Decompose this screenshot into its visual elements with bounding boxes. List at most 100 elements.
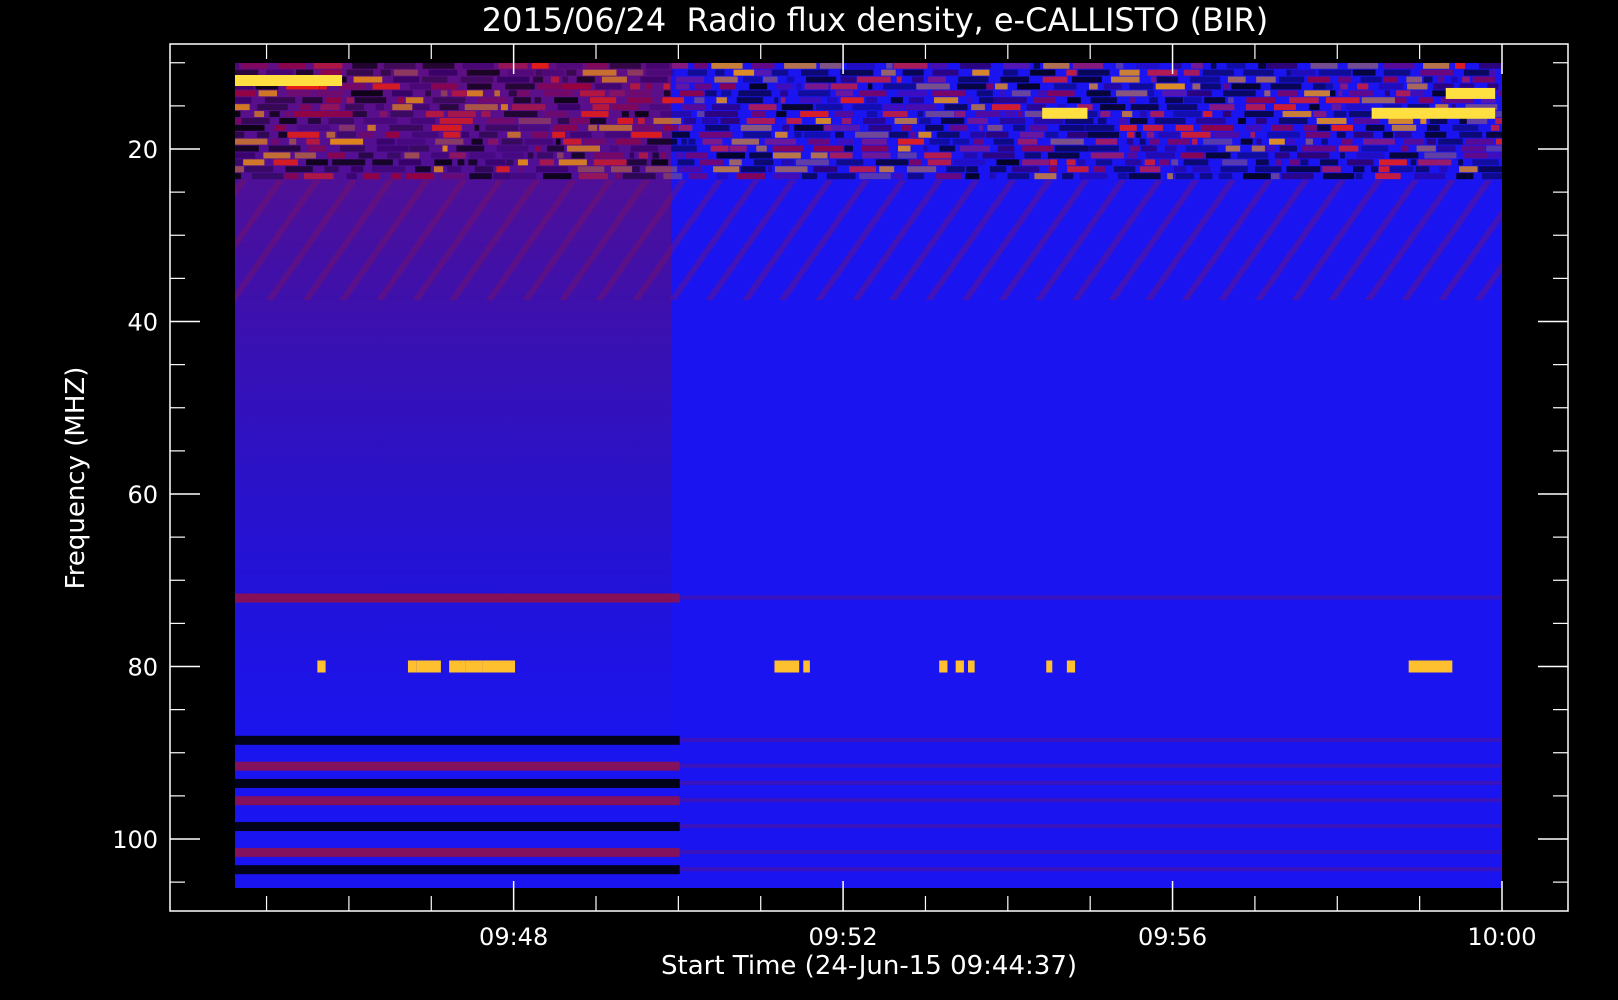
interference-segment (1011, 90, 1031, 97)
interference-segment (1486, 145, 1502, 152)
interference-segment (531, 63, 549, 69)
interference-segment (1175, 173, 1195, 180)
interference-segment (764, 138, 797, 145)
interference-segment (866, 97, 878, 104)
interference-segment (409, 83, 432, 90)
interference-segment (974, 111, 1001, 118)
interference-segment (1135, 131, 1141, 138)
interference-segment (1317, 124, 1331, 131)
interference-segment (782, 124, 790, 131)
interference-segment (702, 117, 718, 124)
interference-segment (1309, 104, 1320, 111)
interference-segment (1429, 117, 1448, 124)
interference-segment (1146, 152, 1175, 159)
interference-segment (1424, 131, 1447, 138)
interference-segment (1126, 152, 1138, 159)
interference-segment (1195, 117, 1226, 124)
interference-segment (506, 159, 514, 166)
interference-segment (387, 152, 401, 159)
interference-segment (1495, 117, 1502, 124)
interference-segment (1243, 173, 1271, 180)
interference-segment (325, 97, 342, 104)
interference-segment (786, 76, 795, 83)
interference-segment (771, 69, 789, 76)
interference-segment (846, 63, 875, 69)
interference-segment (1022, 145, 1054, 152)
interference-segment (396, 138, 426, 145)
interference-segment (901, 124, 912, 131)
interference-segment (868, 124, 892, 131)
interference-segment (1325, 97, 1360, 104)
interference-segment (1355, 173, 1363, 180)
interference-segment (244, 166, 274, 173)
interference-segment (269, 111, 280, 118)
interference-segment (351, 166, 364, 173)
interference-segment (428, 69, 458, 76)
interference-segment (889, 131, 909, 138)
interference-segment (946, 166, 965, 173)
interference-segment (332, 159, 366, 166)
interference-segment (1202, 69, 1234, 76)
interference-segment (299, 104, 311, 111)
interference-segment (1396, 90, 1411, 97)
interference-segment (1426, 138, 1436, 145)
interference-segment (879, 166, 895, 173)
interference-segment (1331, 104, 1342, 111)
interference-segment (1136, 63, 1160, 69)
interference-segment (397, 97, 404, 104)
interference-segment (346, 97, 355, 104)
interference-segment (858, 90, 887, 97)
horizontal-line-right (679, 867, 1502, 872)
interference-segment (1205, 152, 1231, 159)
interference-segment (1017, 111, 1023, 118)
interference-segment (1054, 145, 1089, 152)
interference-segment (1237, 152, 1269, 159)
interference-segment (557, 152, 564, 159)
y-tick-label: 40 (127, 309, 158, 337)
interference-segment (1111, 76, 1140, 83)
interference-segment (273, 159, 298, 166)
interference-segment (469, 152, 496, 159)
interference-segment (308, 145, 327, 152)
interference-segment (688, 138, 696, 145)
interference-segment (1029, 124, 1048, 131)
interference-segment (352, 111, 367, 118)
interference-segment (992, 104, 1021, 111)
interference-segment (467, 83, 492, 90)
horizontal-line (235, 822, 680, 832)
interference-segment (861, 145, 889, 152)
interference-segment (504, 111, 538, 118)
interference-segment (927, 159, 952, 166)
interference-segment (615, 173, 622, 180)
interference-segment (1411, 90, 1425, 97)
interference-segment (284, 173, 299, 180)
x-axis-label: Start Time (24-Jun-15 09:44:37) (661, 951, 1077, 981)
interference-segment (449, 152, 466, 159)
interference-segment (295, 69, 314, 76)
interference-segment (1144, 159, 1155, 166)
interference-segment (798, 90, 831, 97)
interference-segment (781, 159, 794, 166)
interference-segment (749, 152, 773, 159)
interference-segment (999, 117, 1026, 124)
interference-segment (978, 124, 984, 131)
burst-mark (317, 660, 326, 673)
interference-segment (626, 159, 647, 166)
interference-segment (720, 117, 740, 124)
interference-segment (479, 131, 498, 138)
interference-segment (1146, 131, 1155, 138)
interference-segment (532, 131, 548, 138)
interference-segment (1181, 131, 1211, 138)
interference-segment (849, 166, 877, 173)
interference-segment (550, 76, 560, 83)
interference-segment (1019, 131, 1044, 138)
interference-segment (405, 97, 424, 104)
interference-segment (953, 159, 986, 166)
interference-segment (925, 111, 955, 118)
interference-segment (1090, 97, 1117, 104)
interference-segment (324, 166, 339, 173)
interference-segment (733, 69, 755, 76)
interference-segment (794, 124, 824, 131)
interference-segment (1490, 69, 1496, 76)
horizontal-line-right (679, 798, 1502, 803)
